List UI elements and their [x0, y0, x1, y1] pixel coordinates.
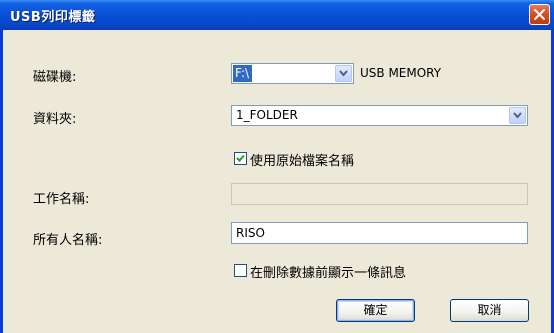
job-name-field[interactable] — [231, 183, 528, 205]
drive-selected-value: F:\ — [233, 65, 253, 82]
drive-label: 磁碟機: — [33, 70, 77, 85]
folder-label: 資料夾: — [33, 112, 77, 127]
chevron-down-icon — [513, 112, 522, 119]
checkmark-icon — [236, 154, 245, 162]
drive-name: USB MEMORY — [360, 66, 442, 80]
ok-button[interactable]: 確定 — [336, 299, 415, 322]
use-original-filename-checkbox[interactable] — [234, 152, 247, 165]
dialog-title: USB列印標籤 — [10, 10, 96, 25]
close-icon — [534, 9, 545, 20]
close-button[interactable] — [529, 4, 550, 25]
usb-print-label-dialog: USB列印標籤 磁碟機: F:\ USB MEMORY 資料夾: 1_FOLDE… — [0, 0, 554, 333]
job-name-label: 工作名稱: — [33, 192, 90, 207]
owner-name-label: 所有人名稱: — [33, 233, 103, 248]
drive-dropdown-button[interactable] — [335, 65, 352, 82]
folder-selected-value: 1_FOLDER — [236, 108, 298, 122]
confirm-before-delete-label[interactable]: 在刪除數據前顯示一條訊息 — [250, 262, 406, 281]
use-original-filename-label[interactable]: 使用原始檔案名稱 — [250, 150, 354, 169]
chevron-down-icon — [339, 70, 348, 77]
drive-select[interactable]: F:\ — [231, 63, 354, 84]
folder-select[interactable]: 1_FOLDER — [231, 105, 528, 126]
owner-name-field[interactable]: RISO — [231, 222, 528, 244]
confirm-before-delete-checkbox[interactable] — [234, 264, 247, 277]
cancel-button[interactable]: 取消 — [450, 299, 529, 322]
title-bar[interactable]: USB列印標籤 — [0, 0, 554, 30]
folder-dropdown-button[interactable] — [509, 107, 526, 124]
